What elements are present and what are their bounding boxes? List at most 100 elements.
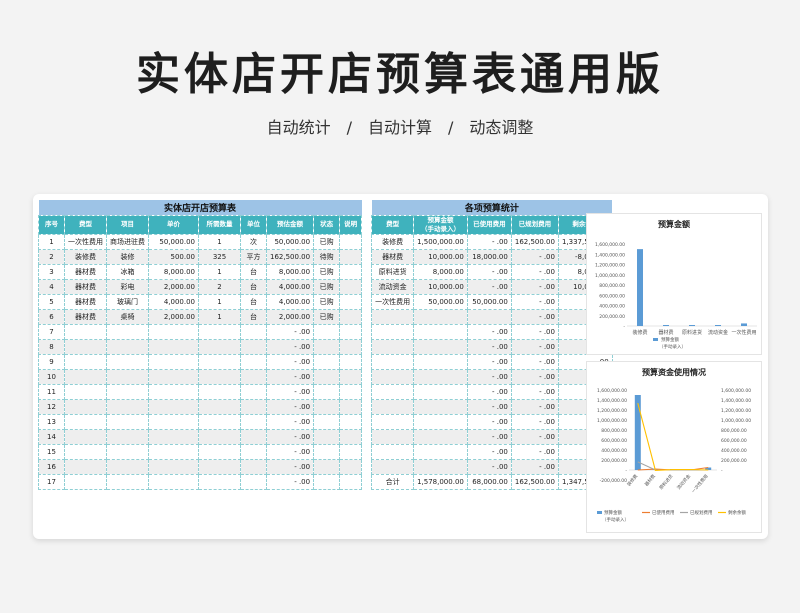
table-cell[interactable] (240, 398, 267, 415)
table-cell[interactable] (198, 338, 241, 355)
table-cell[interactable]: - .00 (265, 323, 315, 340)
table-cell[interactable] (148, 323, 199, 340)
table-cell[interactable] (148, 353, 199, 370)
summary-cell[interactable] (371, 338, 415, 355)
table-cell[interactable]: 已购 (313, 278, 341, 295)
summary-cell[interactable]: - .00 (510, 458, 559, 475)
table-cell[interactable]: 16 (38, 458, 65, 475)
table-cell[interactable]: 已购 (313, 233, 341, 250)
table-cell[interactable]: 4,000.00 (265, 278, 315, 295)
table-cell[interactable] (64, 323, 107, 340)
table-cell[interactable] (64, 353, 107, 370)
table-cell[interactable] (240, 473, 267, 490)
table-cell[interactable] (198, 458, 241, 475)
table-cell[interactable] (148, 428, 199, 445)
summary-cell[interactable]: 一次性费用 (371, 293, 415, 310)
table-cell[interactable] (313, 413, 341, 430)
table-cell[interactable] (313, 398, 341, 415)
table-cell[interactable] (339, 338, 363, 355)
table-cell[interactable] (240, 443, 267, 460)
table-cell[interactable] (148, 458, 199, 475)
summary-cell[interactable]: 装修费 (371, 233, 415, 250)
table-cell[interactable]: 4 (38, 278, 65, 295)
table-cell[interactable] (106, 428, 149, 445)
summary-cell[interactable]: 8,000.00 (413, 263, 468, 280)
table-cell[interactable] (313, 383, 341, 400)
summary-cell[interactable]: 1,500,000.00 (413, 233, 468, 250)
summary-cell[interactable]: - .00 (510, 368, 559, 385)
table-cell[interactable] (339, 413, 363, 430)
table-cell[interactable] (339, 323, 363, 340)
summary-cell[interactable]: 68,000.00 (466, 473, 512, 490)
table-cell[interactable]: - .00 (265, 368, 315, 385)
table-cell[interactable] (240, 383, 267, 400)
table-cell[interactable]: 14 (38, 428, 65, 445)
summary-cell[interactable] (413, 338, 468, 355)
table-cell[interactable]: 1 (38, 233, 65, 250)
summary-cell[interactable]: - .00 (466, 353, 512, 370)
summary-cell[interactable] (413, 323, 468, 340)
table-cell[interactable]: - .00 (265, 338, 315, 355)
table-cell[interactable] (148, 473, 199, 490)
summary-cell[interactable]: - .00 (466, 458, 512, 475)
table-cell[interactable] (339, 473, 363, 490)
table-cell[interactable] (313, 473, 341, 490)
summary-cell[interactable]: - .00 (466, 383, 512, 400)
table-cell[interactable]: 325 (198, 248, 241, 265)
table-cell[interactable] (106, 383, 149, 400)
summary-cell[interactable]: 10,000.00 (413, 248, 468, 265)
table-cell[interactable] (198, 428, 241, 445)
table-cell[interactable] (339, 443, 363, 460)
table-cell[interactable] (148, 413, 199, 430)
table-cell[interactable] (198, 383, 241, 400)
summary-cell[interactable] (371, 308, 415, 325)
summary-cell[interactable]: - .00 (510, 413, 559, 430)
table-cell[interactable]: 6 (38, 308, 65, 325)
summary-cell[interactable]: 1,578,000.00 (413, 473, 468, 490)
table-cell[interactable]: - .00 (265, 353, 315, 370)
summary-cell[interactable]: 18,000.00 (466, 248, 512, 265)
table-cell[interactable] (64, 428, 107, 445)
table-cell[interactable] (148, 398, 199, 415)
table-cell[interactable] (64, 443, 107, 460)
table-cell[interactable] (106, 443, 149, 460)
table-cell[interactable]: - .00 (265, 413, 315, 430)
table-cell[interactable]: 2,000.00 (148, 308, 199, 325)
table-cell[interactable]: 器材费 (64, 293, 107, 310)
summary-cell[interactable]: 162,500.00 (510, 233, 559, 250)
table-cell[interactable]: 台 (240, 308, 267, 325)
summary-cell[interactable] (413, 398, 468, 415)
summary-cell[interactable] (413, 383, 468, 400)
table-cell[interactable] (64, 458, 107, 475)
table-cell[interactable] (313, 323, 341, 340)
table-cell[interactable] (339, 233, 363, 250)
summary-cell[interactable] (371, 398, 415, 415)
table-cell[interactable]: 4,000.00 (148, 293, 199, 310)
summary-cell[interactable]: - .00 (466, 368, 512, 385)
summary-cell[interactable]: - .00 (466, 278, 512, 295)
table-cell[interactable] (313, 458, 341, 475)
table-cell[interactable]: 10 (38, 368, 65, 385)
summary-cell[interactable]: - .00 (510, 308, 559, 325)
table-cell[interactable]: 17 (38, 473, 65, 490)
summary-cell[interactable] (413, 368, 468, 385)
summary-cell[interactable] (413, 353, 468, 370)
table-cell[interactable]: 冰箱 (106, 263, 149, 280)
table-cell[interactable] (106, 473, 149, 490)
table-cell[interactable]: 商场进驻费 (106, 233, 149, 250)
summary-cell[interactable]: - .00 (510, 353, 559, 370)
table-cell[interactable]: 平方 (240, 248, 267, 265)
table-cell[interactable] (240, 323, 267, 340)
summary-cell[interactable]: - .00 (510, 278, 559, 295)
table-cell[interactable]: - .00 (265, 398, 315, 415)
summary-cell[interactable]: - .00 (466, 428, 512, 445)
table-cell[interactable] (339, 353, 363, 370)
summary-cell[interactable]: - .00 (466, 338, 512, 355)
summary-cell[interactable]: - .00 (466, 233, 512, 250)
summary-cell[interactable] (413, 443, 468, 460)
summary-cell[interactable]: - .00 (510, 293, 559, 310)
table-cell[interactable] (106, 368, 149, 385)
table-cell[interactable] (106, 398, 149, 415)
summary-cell[interactable] (413, 428, 468, 445)
table-cell[interactable] (148, 338, 199, 355)
